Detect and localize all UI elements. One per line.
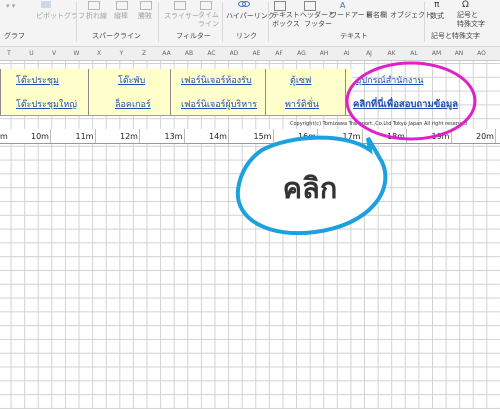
sparkline-winloss-icon [140, 1, 152, 10]
distance-label: 18m [387, 132, 405, 141]
slicer-button[interactable]: スライサー [164, 11, 199, 21]
sparkline-line-button[interactable]: 折れ線 [86, 11, 107, 21]
column-header[interactable]: AL [409, 50, 419, 57]
link-meeting-table[interactable]: โต๊ะประชุม [16, 73, 59, 87]
distance-label: 17m [342, 132, 361, 141]
cell-border [88, 69, 89, 115]
column-header[interactable]: AE [252, 50, 262, 57]
distance-divider [139, 129, 140, 143]
cell-border [170, 69, 171, 115]
column-header[interactable]: AA [162, 50, 172, 57]
distance-divider [406, 129, 407, 143]
slicer-icon [174, 1, 186, 10]
distance-divider [317, 129, 318, 143]
ribbon-separator [76, 2, 77, 42]
group-label-text: テキスト [340, 32, 368, 40]
distance-divider [183, 129, 185, 143]
column-header[interactable]: T [4, 50, 14, 57]
link-office-supplies[interactable]: อุปกรณ์สำนักงาน [356, 73, 424, 87]
distance-divider [450, 129, 452, 143]
column-header[interactable]: Z [139, 50, 149, 57]
sparkline-winloss-button[interactable]: 勝敗 [138, 11, 152, 21]
distance-divider [228, 129, 229, 143]
column-header[interactable]: AB [184, 50, 194, 57]
header-footer-button-line2: フッター [304, 20, 332, 28]
link-large-meeting-table[interactable]: โต๊ะประชุมใหญ่ [16, 97, 77, 111]
distance-label: 13m [164, 132, 183, 141]
link-folding-table[interactable]: โต๊ะพับ [118, 73, 145, 87]
distance-divider [272, 129, 274, 143]
distance-divider [361, 129, 363, 143]
column-header[interactable]: U [27, 50, 37, 57]
column-header[interactable]: AO [477, 50, 487, 57]
column-header[interactable]: AF [274, 50, 284, 57]
distance-divider [94, 129, 96, 143]
chart-type-dropdown[interactable]: ▾ ▾ [6, 2, 15, 10]
distance-label: 19m [431, 132, 450, 141]
cell-border [265, 69, 266, 115]
wordart-icon: A [340, 1, 346, 10]
ribbon-separator [424, 2, 425, 42]
link-partition[interactable]: พาร์ติชั่น [285, 97, 319, 111]
equation-icon: π [434, 0, 440, 10]
cell-border [0, 69, 1, 115]
distance-label: 15m [253, 132, 272, 141]
sparkline-column-icon [116, 1, 128, 10]
timeline-button-line2: ライン [198, 20, 219, 28]
sparkline-line-icon [88, 1, 100, 10]
group-label-filter: フィルター [176, 32, 211, 40]
hyperlink-icon [238, 0, 250, 8]
link-locker[interactable]: ล็อคเกอร์ [115, 97, 151, 111]
distance-scale-row: m 10m 11m 12m 13m 14m 15m 16m 17m 18m 19m 20m [0, 129, 500, 144]
pivot-chart-button[interactable]: ピボットグラフ [36, 11, 85, 21]
column-header-bar: T U V W X Y Z AA AB AC AD AE AF AG AH AI AJ AK AL AM AN AO [0, 47, 500, 61]
pivot-chart-icon [41, 1, 51, 8]
column-header[interactable]: AH [319, 50, 329, 57]
column-header[interactable]: AM [432, 50, 442, 57]
column-header[interactable]: Y [117, 50, 127, 57]
object-button[interactable]: オブジェクト [390, 10, 432, 20]
distance-label: 12m [120, 132, 138, 141]
distance-label: 20m [476, 132, 494, 141]
column-header[interactable]: AJ [364, 50, 374, 57]
column-header[interactable]: AI [342, 50, 352, 57]
ribbon-separator [158, 2, 159, 42]
distance-label-partial: m [0, 132, 8, 141]
distance-divider [50, 129, 51, 143]
distance-label: 11m [75, 132, 94, 141]
column-header[interactable]: AK [387, 50, 397, 57]
link-inquiry[interactable]: คลิกที่นี่เพื่อสอบถามข้อมูล [353, 97, 458, 112]
distance-label: 16m [298, 132, 316, 141]
column-header[interactable]: X [94, 50, 104, 57]
signature-line-button[interactable]: 署名欄 [366, 10, 387, 20]
timeline-icon [200, 1, 212, 10]
worksheet-grid[interactable]: โต๊ะประชุม โต๊ะพับ เฟอร์นิเจอร์ห้องรับ ต… [0, 61, 500, 409]
group-label-chart: グラフ [4, 32, 25, 40]
copyright-text: Copyright(c) Tomizawa Transport.,Co.Ltd … [290, 121, 468, 127]
link-executive-furniture[interactable]: เฟอร์นิเจอร์ผู้บริหาร [181, 97, 257, 111]
ribbon-separator [222, 2, 223, 42]
group-label-symbols: 記号と特殊文字 [431, 32, 480, 40]
column-header[interactable]: AD [229, 50, 239, 57]
sparkline-column-button[interactable]: 縦棒 [114, 11, 128, 21]
link-safe[interactable]: ตู้เซฟ [290, 73, 311, 87]
equation-button[interactable]: 数式 [430, 11, 444, 21]
distance-label: 14m [209, 132, 227, 141]
cell-border [345, 69, 346, 115]
distance-divider [495, 129, 496, 143]
ribbon-separator [268, 2, 269, 42]
symbol-icon: Ω [462, 0, 469, 10]
textbox-button-line2: ボックス [272, 20, 300, 28]
column-header[interactable]: AG [297, 50, 307, 57]
column-header[interactable]: AN [454, 50, 464, 57]
distance-label: 10m [31, 132, 49, 141]
ribbon-toolbar: ▾ ▾ ピボットグラフ 折れ線 縦棒 勝敗 スライサー タイム ライン ハイパー… [0, 0, 500, 47]
column-header[interactable]: AC [207, 50, 217, 57]
group-label-link: リンク [236, 32, 257, 40]
symbol-button-line2: 特殊文字 [457, 20, 485, 28]
column-header[interactable]: V [49, 50, 59, 57]
link-reception-furniture[interactable]: เฟอร์นิเจอร์ห้องรับ [181, 73, 252, 87]
column-header[interactable]: W [72, 50, 82, 57]
group-label-sparkline: スパークライン [92, 32, 141, 40]
